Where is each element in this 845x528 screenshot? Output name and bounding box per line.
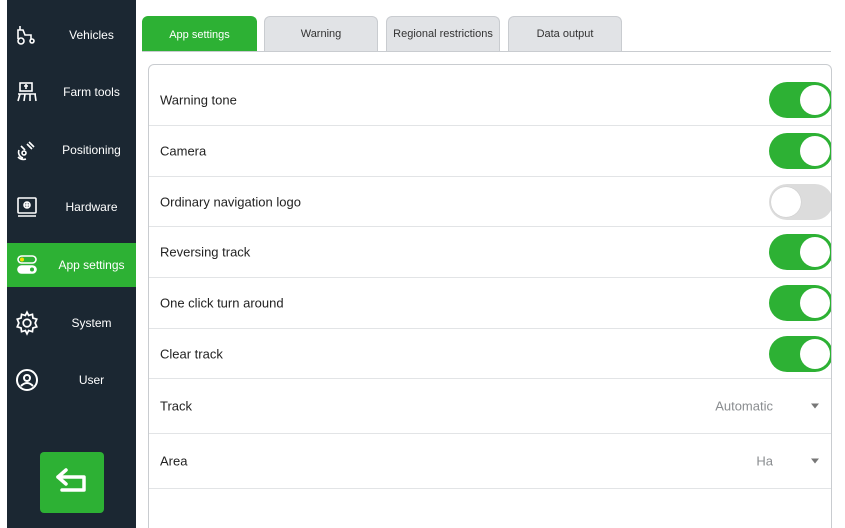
reversing-track-toggle[interactable]	[769, 234, 831, 270]
tractor-icon	[13, 21, 41, 49]
setting-label: Reversing track	[160, 244, 251, 260]
clear-track-toggle[interactable]	[769, 335, 831, 372]
settings-row-reversing-track: Reversing track	[149, 227, 831, 278]
settings-row-one-click-turn-around: One click turn around	[149, 278, 831, 329]
toggle-knob	[771, 186, 801, 217]
tab-data-output[interactable]: Data output	[508, 16, 622, 51]
user-icon	[13, 366, 41, 394]
track-select-value[interactable]: Automatic	[715, 399, 773, 414]
setting-label: Warning tone	[160, 92, 237, 108]
sidebar-item-label: Vehicles	[69, 28, 114, 42]
chevron-down-icon[interactable]	[811, 403, 819, 409]
sidebar: Vehicles Farm tools Positioning Hardware	[7, 0, 136, 528]
setting-label: One click turn around	[160, 295, 284, 311]
setting-label: Camera	[160, 143, 207, 159]
sidebar-item-hardware[interactable]: Hardware	[7, 185, 136, 229]
settings-panel: Warning tone Camera Ordinary navigation …	[148, 64, 832, 528]
sidebar-item-user[interactable]: User	[7, 358, 136, 402]
back-arrow-icon	[52, 465, 92, 500]
implement-icon	[13, 78, 41, 106]
toggle-knob	[800, 237, 830, 267]
sidebar-item-system[interactable]: System	[7, 301, 136, 345]
settings-row-warning-tone: Warning tone	[149, 75, 831, 126]
tab-divider	[142, 51, 831, 52]
toggle-knob	[800, 288, 830, 318]
tab-warning[interactable]: Warning	[264, 16, 378, 51]
chevron-down-icon[interactable]	[811, 458, 819, 464]
settings-row-camera: Camera	[149, 126, 831, 177]
sidebar-item-label: Farm tools	[63, 85, 120, 99]
settings-row-area: Area Ha	[149, 434, 831, 489]
settings-row-ordinary-navigation-logo: Ordinary navigation logo	[149, 177, 831, 227]
sidebar-item-label: App settings	[58, 258, 125, 272]
area-select-value[interactable]: Ha	[756, 454, 773, 469]
sidebar-item-label: System	[71, 316, 112, 330]
toggle-switch-icon	[13, 251, 41, 279]
sidebar-item-farm-tools[interactable]: Farm tools	[7, 70, 136, 114]
toggle-knob	[800, 136, 830, 166]
setting-label: Area	[160, 453, 188, 469]
sidebar-item-positioning[interactable]: Positioning	[7, 128, 136, 172]
gear-icon	[13, 309, 41, 337]
camera-toggle[interactable]	[769, 133, 831, 169]
settings-row-track: Track Automatic	[149, 379, 831, 434]
back-button[interactable]	[40, 452, 104, 513]
setting-label: Clear track	[160, 346, 223, 361]
toggle-knob	[800, 85, 830, 115]
toggle-knob	[800, 338, 830, 369]
warning-tone-toggle[interactable]	[769, 82, 831, 118]
setting-label: Track	[160, 398, 193, 414]
sidebar-item-app-settings[interactable]: App settings	[7, 243, 136, 287]
one-click-turn-around-toggle[interactable]	[769, 285, 831, 321]
settings-row-clear-track: Clear track	[149, 329, 831, 379]
sidebar-item-label: Positioning	[62, 143, 121, 157]
setting-label: Ordinary navigation logo	[160, 194, 301, 209]
display-device-icon	[13, 193, 41, 221]
tab-regional-restrictions[interactable]: Regional restrictions	[386, 16, 500, 51]
sidebar-item-label: User	[78, 373, 105, 387]
sidebar-item-label: Hardware	[65, 200, 118, 214]
sidebar-item-vehicles[interactable]: Vehicles	[7, 13, 136, 57]
ordinary-navigation-logo-toggle[interactable]	[769, 183, 831, 220]
satellite-icon	[13, 136, 41, 164]
tab-app-settings[interactable]: App settings	[142, 16, 257, 52]
